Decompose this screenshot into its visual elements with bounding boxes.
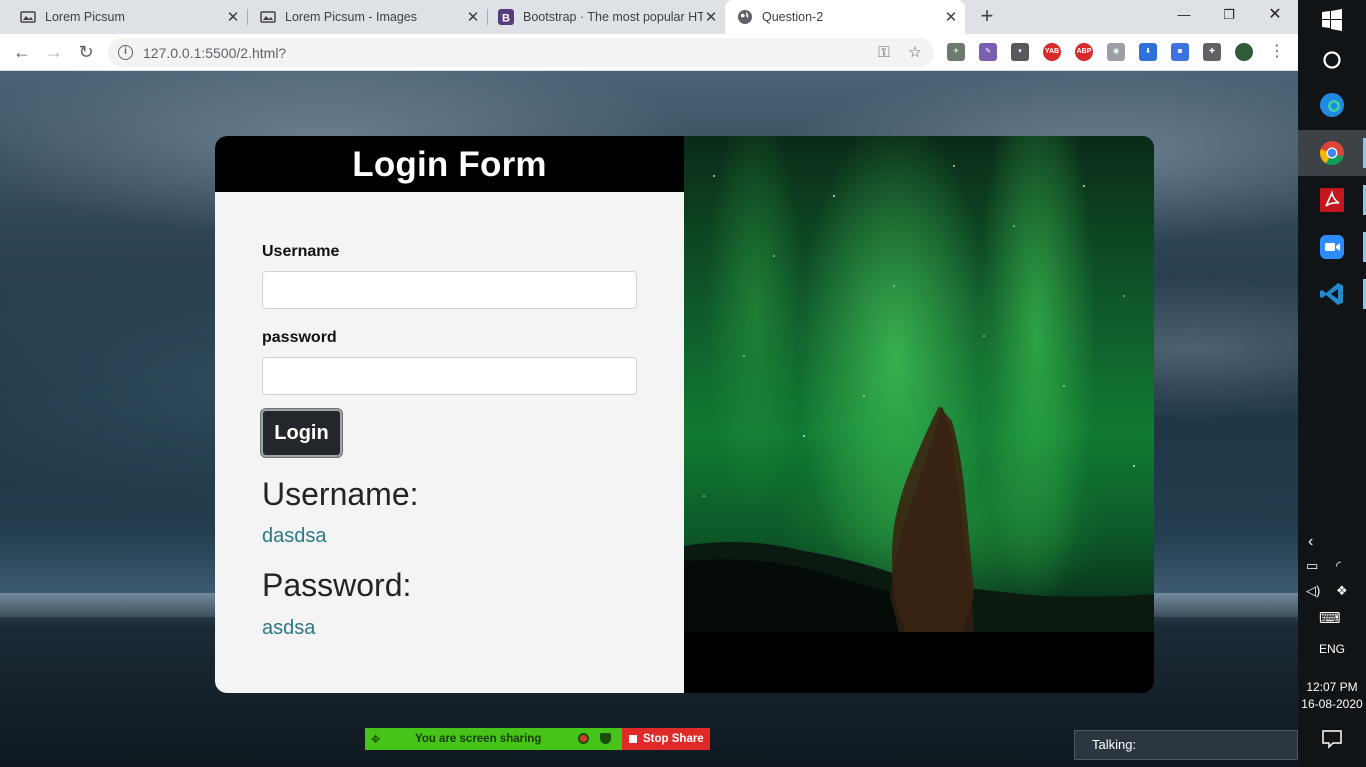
bucket-extension-icon[interactable]: ▾ xyxy=(1011,43,1029,61)
abp-extension-icon[interactable]: ABP xyxy=(1075,43,1093,61)
bootstrap-icon: B xyxy=(498,9,514,25)
edge-icon[interactable] xyxy=(1319,92,1345,118)
aurora-illustration xyxy=(684,165,1154,632)
login-card: Login Form Username password Login Usern… xyxy=(215,136,1154,693)
camera-extension-icon[interactable]: ◉ xyxy=(1107,43,1125,61)
login-button[interactable]: Login xyxy=(261,409,342,457)
close-tab-icon[interactable]: ✕ xyxy=(943,8,959,26)
shield-icon[interactable] xyxy=(600,733,611,744)
aurora-image-panel xyxy=(684,136,1154,693)
acrobat-icon[interactable] xyxy=(1319,187,1345,213)
address-bar[interactable]: i 127.0.0.1:5500/2.html? ⚿ ☆ xyxy=(108,38,934,67)
url-text[interactable]: 127.0.0.1:5500/2.html? xyxy=(143,45,286,61)
share-status[interactable]: ✥ You are screen sharing xyxy=(365,728,622,750)
tab-question-2[interactable]: Question-2 ✕ xyxy=(725,0,965,34)
aurora-image xyxy=(684,136,1154,632)
volume-icon[interactable]: ◁) xyxy=(1306,583,1320,599)
language-indicator[interactable]: ENG xyxy=(1298,642,1366,656)
zoom-icon[interactable] xyxy=(1319,234,1345,260)
screenshot-extension-icon[interactable]: ◙ xyxy=(1171,43,1189,61)
tab-lorem-picsum[interactable]: Lorem Picsum ✕ xyxy=(0,0,247,34)
dropbox-icon[interactable]: ❖ xyxy=(1336,583,1348,599)
output-password-value: asdsa xyxy=(262,617,316,639)
output-username-value: dasdsa xyxy=(262,525,327,547)
globe-icon xyxy=(738,10,752,24)
new-tab-button[interactable]: + xyxy=(976,4,998,30)
pen-extension-icon[interactable]: ✎ xyxy=(979,43,997,61)
wifi-icon[interactable]: ◜ xyxy=(1336,558,1341,574)
info-icon[interactable]: i xyxy=(118,45,133,60)
tab-lorem-picsum-images[interactable]: Lorem Picsum - Images ✕ xyxy=(240,0,487,34)
stop-share-label: Stop Share xyxy=(643,733,704,745)
svg-text:B: B xyxy=(502,13,510,25)
stop-icon xyxy=(629,735,637,743)
record-icon[interactable] xyxy=(578,733,589,744)
clock-time[interactable]: 12:07 PM xyxy=(1298,680,1366,694)
menu-icon[interactable]: ⋮ xyxy=(1264,40,1290,66)
pin-icon[interactable]: ✥ xyxy=(371,733,385,746)
reload-button[interactable]: ↻ xyxy=(73,40,99,66)
talking-indicator: Talking: xyxy=(1074,730,1298,760)
keyboard-icon[interactable]: ⌨ xyxy=(1319,609,1341,627)
form-panel: Login Form Username password Login Usern… xyxy=(215,136,684,693)
clock-date[interactable]: 16-08-2020 xyxy=(1298,697,1366,711)
cortana-icon[interactable] xyxy=(1319,47,1345,73)
tab-strip: Lorem Picsum ✕ Lorem Picsum - Images ✕ B… xyxy=(0,0,1298,34)
forward-button[interactable]: → xyxy=(41,40,67,66)
minimize-button[interactable]: — xyxy=(1164,2,1204,30)
back-button[interactable]: ← xyxy=(9,40,35,66)
yab-extension-icon[interactable]: YAB xyxy=(1043,43,1061,61)
share-status-text: You are screen sharing xyxy=(415,733,542,745)
picsum-icon xyxy=(20,11,36,23)
download-extension-icon[interactable]: ⬇ xyxy=(1139,43,1157,61)
password-label: password xyxy=(262,329,337,346)
output-password-heading: Password: xyxy=(262,567,412,603)
output-username-heading: Username: xyxy=(262,476,419,512)
tab-title: Question-2 xyxy=(762,10,824,24)
chrome-icon[interactable] xyxy=(1319,140,1345,166)
page-viewport: Login Form Username password Login Usern… xyxy=(0,71,1298,767)
screen-share-bar: ✥ You are screen sharing Stop Share xyxy=(365,728,710,750)
notification-icon[interactable] xyxy=(1321,728,1343,750)
profile-avatar[interactable] xyxy=(1235,43,1253,61)
key-icon[interactable]: ⚿ xyxy=(875,44,893,62)
star-icon[interactable]: ☆ xyxy=(906,44,924,62)
bird-extension-icon[interactable]: ✈ xyxy=(947,43,965,61)
username-input[interactable] xyxy=(262,271,637,309)
tab-bootstrap[interactable]: B Bootstrap · The most popular HTML ✕ xyxy=(478,0,725,34)
windows-start-icon[interactable] xyxy=(1319,7,1345,33)
browser-toolbar: ← → ↻ i 127.0.0.1:5500/2.html? ⚿ ☆ ✈ ✎ ▾… xyxy=(0,34,1298,71)
puzzle-icon[interactable]: ✚ xyxy=(1203,43,1221,61)
tab-title: Lorem Picsum xyxy=(45,10,125,24)
windows-taskbar: ‹ ▭ ◜ ◁) ❖ ⌨ ENG 12:07 PM 16-08-2020 xyxy=(1298,0,1366,767)
vscode-icon[interactable] xyxy=(1319,281,1345,307)
chevron-up-icon[interactable]: ‹ xyxy=(1308,533,1313,551)
restore-button[interactable]: ❐ xyxy=(1209,2,1249,30)
picsum-icon xyxy=(260,11,276,23)
stop-share-button[interactable]: Stop Share xyxy=(622,728,710,750)
form-title: Login Form xyxy=(215,136,684,192)
tab-title: Lorem Picsum - Images xyxy=(285,10,417,24)
close-tab-icon[interactable]: ✕ xyxy=(703,8,719,26)
password-input[interactable] xyxy=(262,357,637,395)
close-tab-icon[interactable]: ✕ xyxy=(225,8,241,26)
username-label: Username xyxy=(262,243,340,260)
tab-title: Bootstrap · The most popular HTML xyxy=(523,10,703,24)
close-window-button[interactable]: ✕ xyxy=(1255,2,1295,30)
battery-icon[interactable]: ▭ xyxy=(1306,558,1318,574)
